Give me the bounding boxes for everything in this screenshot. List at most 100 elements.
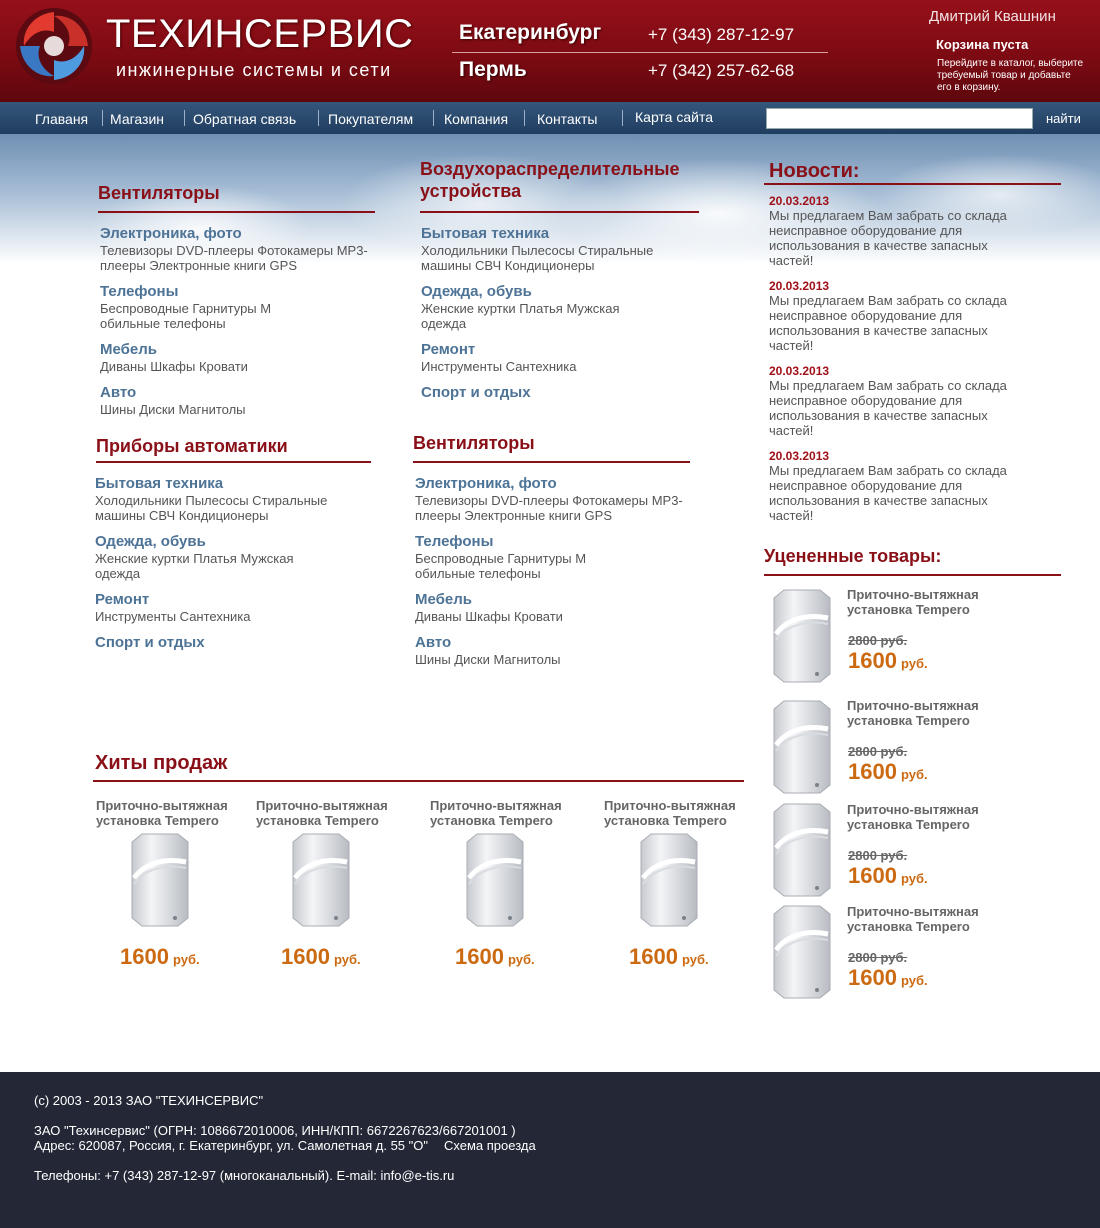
subcategory-desc: Холодильники Пылесосы Стиральные машины … [95,493,328,523]
news-date[interactable]: 20.03.2013 [769,364,829,378]
subcategory-link[interactable]: Авто [415,634,451,651]
hits-rule [93,780,744,782]
nav-feedback[interactable]: Обратная связь [193,111,296,127]
product-name[interactable]: Приточно-вытяжная установка Tempero [430,798,580,828]
subcategory-link[interactable]: Мебель [415,591,472,608]
price-value: 1600 [848,863,897,888]
old-price: 2800 руб. [848,950,908,965]
subcategory-desc: Шины Диски Магнитолы [100,402,246,417]
subcategory-desc: Инструменты Сантехника [95,609,251,624]
category-title[interactable]: Воздухораспределительные устройства [420,158,710,202]
product-image[interactable] [455,832,525,928]
subcategory-desc: Телевизоры DVD-плееры Фотокамеры MP3-пле… [415,493,683,523]
discounted-rule [764,574,1061,576]
product-image[interactable] [120,832,190,928]
category-title[interactable]: Вентиляторы [98,182,220,204]
product-name[interactable]: Приточно-вытяжная установка Tempero [847,698,997,728]
product-image[interactable] [762,588,832,684]
nav-company[interactable]: Компания [444,111,508,127]
product-name[interactable]: Приточно-вытяжная установка Tempero [256,798,406,828]
price: 1600 руб. [848,648,928,674]
subcategory-link[interactable]: Ремонт [95,591,149,608]
currency: руб. [900,656,928,671]
footer-copyright: (c) 2003 - 2013 ЗАО "ТЕХИНСЕРВИС" [34,1093,264,1108]
product-name[interactable]: Приточно-вытяжная установка Tempero [604,798,754,828]
currency: руб. [333,952,361,967]
news-text[interactable]: Мы предлагаем Вам забрать со склада неис… [769,378,1029,438]
subcategory-link[interactable]: Спорт и отдых [421,384,531,401]
subcategory-link[interactable]: Авто [100,384,136,401]
subcategory-desc: Шины Диски Магнитолы [415,652,561,667]
price: 1600 руб. [455,944,535,970]
category-rule [413,461,690,463]
category-rule [420,211,699,213]
price: 1600 руб. [120,944,200,970]
product-name[interactable]: Приточно-вытяжная установка Tempero [847,587,997,617]
subcategory-link[interactable]: Телефоны [415,533,493,550]
nav-home[interactable]: Главаня [35,111,88,127]
price: 1600 руб. [848,965,928,991]
price-value: 1600 [629,944,678,969]
currency: руб. [172,952,200,967]
currency: руб. [900,973,928,988]
nav-sitemap[interactable]: Карта сайта [635,109,713,125]
subcategory-link[interactable]: Телефоны [100,283,178,300]
news-date[interactable]: 20.03.2013 [769,194,829,208]
cart-note: Перейдите в каталог, выберите требуемый … [937,58,1084,93]
subcategory-desc: Инструменты Сантехника [421,359,577,374]
subcategory-link[interactable]: Электроника, фото [100,225,242,242]
nav-contacts[interactable]: Контакты [537,111,597,127]
news-text[interactable]: Мы предлагаем Вам забрать со склада неис… [769,208,1029,268]
price-value: 1600 [848,965,897,990]
product-name[interactable]: Приточно-вытяжная установка Tempero [96,798,246,828]
subcategory-desc: Диваны Шкафы Кровати [100,359,248,374]
subcategory-link[interactable]: Одежда, обувь [95,533,206,550]
product-name[interactable]: Приточно-вытяжная установка Tempero [847,802,997,832]
subcategory-desc: Телевизоры DVD-плееры Фотокамеры MP3-пле… [100,243,368,273]
subcategory-link[interactable]: Спорт и отдых [95,634,205,651]
news-text[interactable]: Мы предлагаем Вам забрать со склада неис… [769,463,1029,523]
nav-customers[interactable]: Покупателям [328,111,413,127]
subcategory-desc: Женские куртки Платья Мужская одежда [421,301,620,331]
user-name[interactable]: Дмитрий Квашнин [929,8,1056,25]
brand-name[interactable]: ТЕХИНСЕРВИС [106,12,414,57]
product-image[interactable] [281,832,351,928]
subcategory-link[interactable]: Электроника, фото [415,475,557,492]
product-image[interactable] [762,904,832,1000]
product-image[interactable] [762,802,832,898]
nav-separator [433,110,434,126]
category-title[interactable]: Вентиляторы [413,432,535,454]
page: ТЕХИНСЕРВИС инжинерные системы и сети Ек… [0,0,1100,1228]
footer-company: ЗАО "Техинсервис" (ОГРН: 1086672010006, … [34,1123,516,1138]
news-date[interactable]: 20.03.2013 [769,279,829,293]
nav-separator [184,110,185,126]
product-name[interactable]: Приточно-вытяжная установка Tempero [847,904,997,934]
nav-separator [102,110,103,126]
search-button[interactable]: найти [1046,111,1081,126]
subcategory-link[interactable]: Одежда, обувь [421,283,532,300]
currency: руб. [900,871,928,886]
subcategory-link[interactable]: Бытовая техника [421,225,549,242]
news-text[interactable]: Мы предлагаем Вам забрать со склада неис… [769,293,1029,353]
price-value: 1600 [120,944,169,969]
hits-title: Хиты продаж [95,752,228,774]
price-value: 1600 [848,648,897,673]
subcategory-link[interactable]: Мебель [100,341,157,358]
nav-shop[interactable]: Магазин [110,111,164,127]
footer-address: Адрес: 620087, Россия, г. Екатеринбург, … [34,1138,428,1153]
subcategory-link[interactable]: Бытовая техника [95,475,223,492]
nav-separator [622,110,623,126]
cart-status[interactable]: Корзина пуста [936,37,1028,52]
subcategory-desc: Женские куртки Платья Мужская одежда [95,551,294,581]
price: 1600 руб. [848,759,928,785]
logo-icon[interactable] [14,6,94,86]
brand-tagline: инжинерные системы и сети [116,60,392,80]
category-title[interactable]: Приборы автоматики [96,435,288,457]
city-perm: Пермь [459,58,527,81]
product-image[interactable] [629,832,699,928]
subcategory-link[interactable]: Ремонт [421,341,475,358]
product-image[interactable] [762,699,832,795]
footer-map-link[interactable]: Схема проезда [444,1138,536,1153]
search-input[interactable] [766,108,1033,129]
news-date[interactable]: 20.03.2013 [769,449,829,463]
